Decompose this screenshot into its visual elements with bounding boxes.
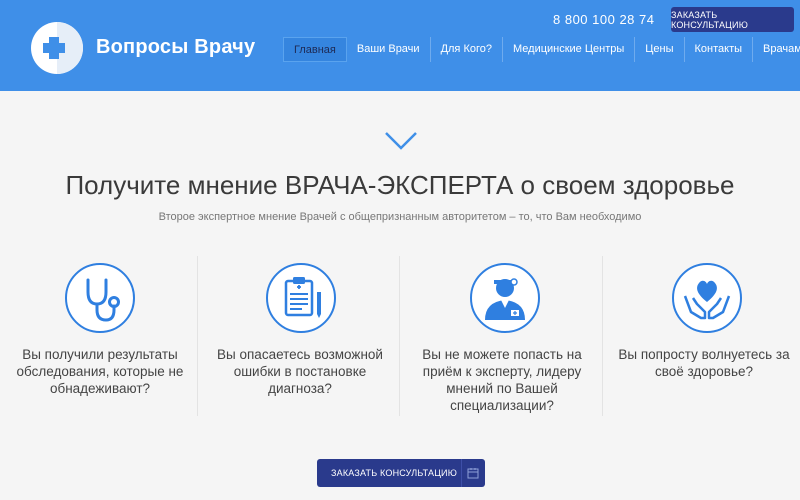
doctor-icon	[470, 263, 540, 333]
order-consultation-bottom-button[interactable]: ЗАКАЗАТЬ КОНСУЛЬТАЦИЮ	[317, 459, 485, 487]
button-label: ЗАКАЗАТЬ КОНСУЛЬТАЦИЮ	[331, 468, 458, 478]
nav-item-home[interactable]: Главная	[283, 37, 347, 62]
nav-item-medical-centers[interactable]: Медицинские Центры	[503, 37, 636, 62]
stethoscope-icon	[65, 263, 135, 333]
divider	[602, 256, 603, 416]
medical-cross-icon	[43, 22, 83, 74]
nav-item-doctors[interactable]: Ваши Врачи	[347, 37, 431, 62]
main-nav: Главная Ваши Врачи Для Кого? Медицинские…	[283, 37, 800, 62]
logo[interactable]	[31, 22, 83, 74]
button-separator	[461, 459, 462, 487]
feature-text: Вы попросту волнуетесь за своё здоровье?	[618, 347, 790, 379]
feature-text: Вы не можете попасть на приём к эксперту…	[422, 347, 582, 413]
order-consultation-button[interactable]: ЗАКАЗАТЬ КОНСУЛЬТАЦИЮ	[671, 7, 794, 32]
divider	[197, 256, 198, 416]
divider	[399, 256, 400, 416]
site-header: Вопросы Врачу 8 800 100 28 74 ЗАКАЗАТЬ К…	[0, 0, 800, 91]
heart-hands-icon	[672, 263, 742, 333]
nav-item-for-whom[interactable]: Для Кого?	[431, 37, 503, 62]
nav-item-prices[interactable]: Цены	[635, 37, 685, 62]
nav-item-for-doctors[interactable]: Врачам	[753, 37, 800, 62]
phone-number[interactable]: 8 800 100 28 74	[553, 12, 654, 27]
page-title: Получите мнение ВРАЧА-ЭКСПЕРТА о своем з…	[65, 170, 735, 200]
chevron-down-icon[interactable]	[384, 131, 418, 151]
feature-text: Вы опасаетесь возможной ошибки в постано…	[217, 347, 383, 396]
feature-text: Вы получили результаты обследования, кот…	[16, 347, 184, 396]
nav-item-contacts[interactable]: Контакты	[685, 37, 754, 62]
brand-name[interactable]: Вопросы Врачу	[96, 36, 255, 59]
page-subtitle: Второе экспертное мнение Врачей с общепр…	[158, 211, 642, 223]
calendar-icon	[467, 468, 479, 479]
clipboard-icon	[266, 263, 336, 333]
